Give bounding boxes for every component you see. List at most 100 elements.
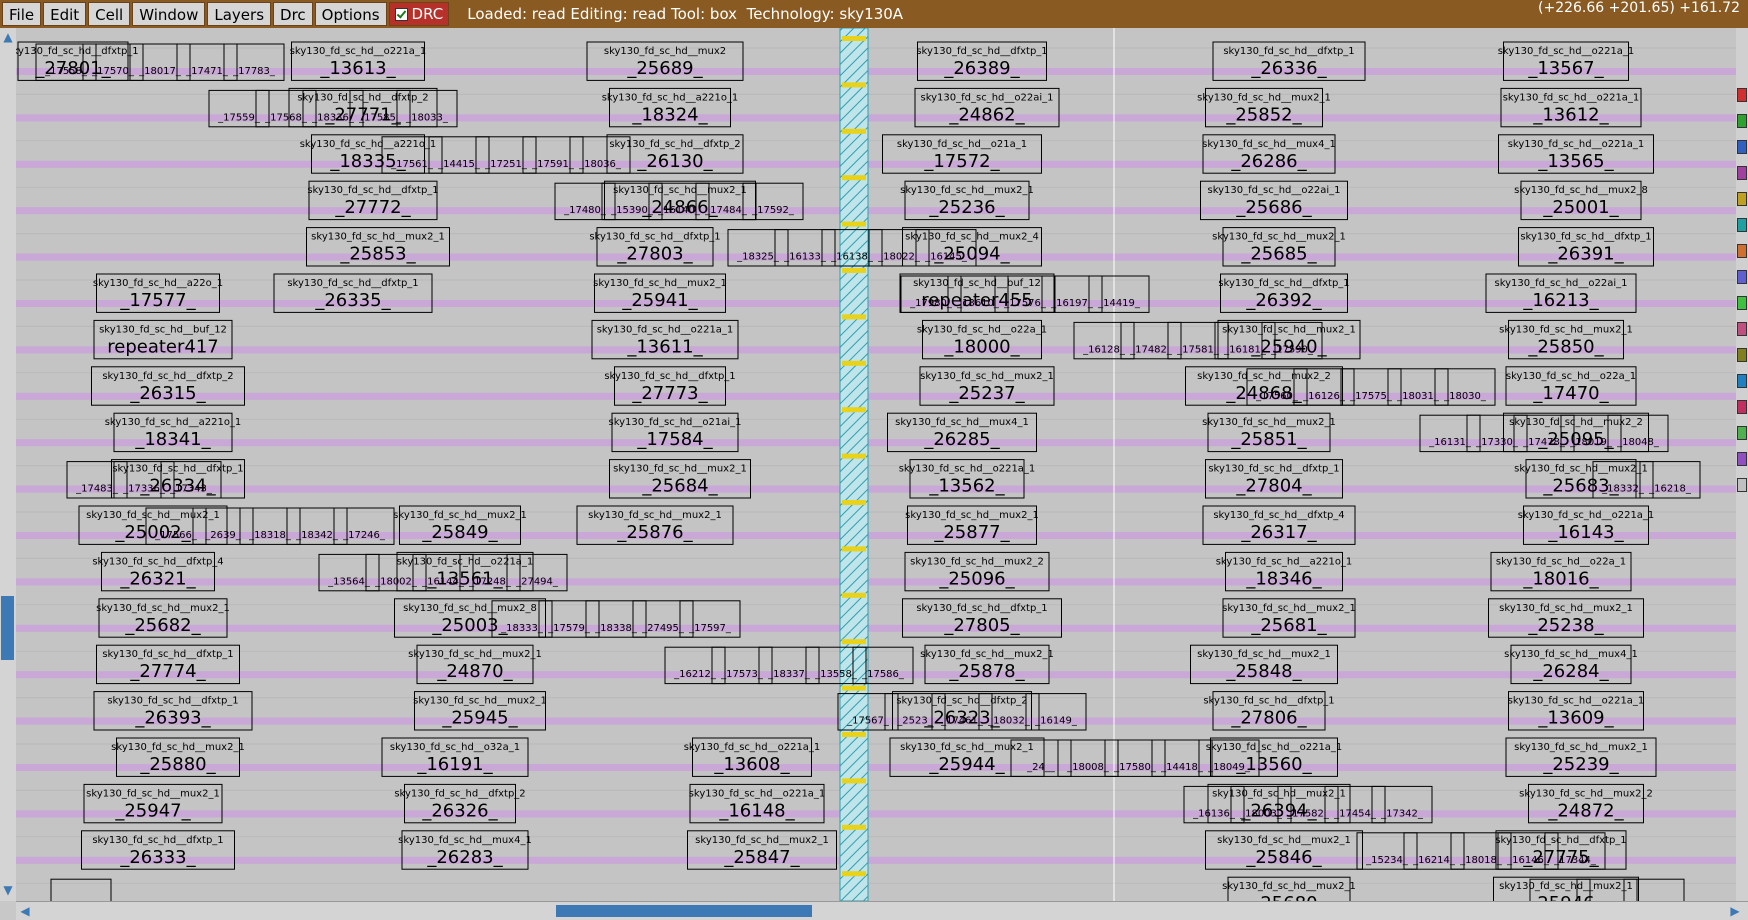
menu-window[interactable]: Window (132, 2, 206, 26)
cell-type-label: sky130_fd_sc_hd__dfxtp_4 (1213, 510, 1344, 521)
small-cell-label: _18342_ (295, 530, 339, 541)
scroll-left-icon[interactable]: ◀ (18, 904, 32, 918)
layer-swatch[interactable] (1737, 88, 1747, 102)
cell-instance-label: _17584_ (636, 429, 713, 450)
small-cell-label: _17461_ (940, 716, 984, 727)
menu-options[interactable]: Options (314, 2, 387, 26)
layer-swatch[interactable] (1737, 218, 1747, 232)
small-cell-label: _16181_ (1223, 344, 1267, 355)
small-cell-label: _17581_ (1176, 344, 1220, 355)
layout-canvas[interactable]: sky130_fd_sc_hd__dfxtp_1 _27801_ sky130_fd… (16, 28, 1736, 901)
small-cell-label: _15234_ (1365, 855, 1409, 866)
cell-type-label: sky130_fd_sc_hd__dfxtp_1 (307, 185, 438, 196)
cell-type-label: sky130_fd_sc_hd__mux2_1 (1499, 603, 1633, 614)
small-cell-label: _17471_ (185, 66, 229, 77)
tap-marker (842, 407, 866, 413)
power-rail (16, 207, 1736, 215)
small-cell-label: _18325_ (736, 252, 780, 263)
small-cell-label: _17484_ (704, 205, 748, 216)
layer-swatch[interactable] (1737, 452, 1747, 466)
small-cell[interactable]: _18343_ (1623, 878, 1685, 901)
scroll-right-icon[interactable]: ▶ (1728, 904, 1742, 918)
small-cell-label: _17783_ (232, 66, 276, 77)
menu-file[interactable]: File (2, 2, 42, 26)
small-cell-label: _17483_ (75, 484, 119, 495)
cell-type-label: sky130_fd_sc_hd__a221o_1 (1216, 556, 1353, 567)
cell-instance-label: _25236_ (928, 197, 1005, 218)
small-cell-label: _18003_ (1239, 808, 1283, 819)
power-rail (16, 485, 1736, 493)
menu-cell[interactable]: Cell (88, 2, 131, 26)
layer-swatch[interactable] (1737, 400, 1747, 414)
cell-instance-label: _16143_ (1547, 522, 1624, 543)
small-cell-label: _18031_ (1396, 391, 1440, 402)
layer-swatch[interactable] (1737, 348, 1747, 362)
cell-instance[interactable]: sky130_fd_sc_hd__mux2_1_25680_ (1222, 876, 1356, 901)
cell-type-label: sky130_fd_sc_hd__mux2_1 (695, 835, 829, 846)
cell-type-label: sky130_fd_sc_hd__mux2_2 (910, 556, 1044, 567)
cell-instance-label: _25852_ (1225, 104, 1302, 125)
drc-checkbox-icon[interactable] (394, 7, 408, 21)
small-cell[interactable]: _13559_ (50, 878, 112, 901)
cell-instance-label: _26391_ (1547, 244, 1624, 265)
layer-swatch[interactable] (1737, 270, 1747, 284)
vertical-scrollbar[interactable]: ▲ ▼ (0, 28, 17, 901)
cell-instance-label: _25686_ (1235, 197, 1312, 218)
tap-marker (842, 36, 866, 41)
small-cell-label: _18019_ (1569, 437, 1613, 448)
menu-edit[interactable]: Edit (43, 2, 87, 26)
small-cell-label: _17568_ (264, 112, 308, 123)
cell-instance-label: _26326_ (421, 800, 498, 821)
horizontal-scrollbar[interactable]: ◀ ▶ (16, 901, 1748, 920)
cell-instance[interactable]: sky130_fd_sc_hd__buf_12repeater417 (93, 319, 233, 360)
layer-swatch[interactable] (1737, 192, 1747, 206)
menu-layers[interactable]: Layers (207, 2, 272, 26)
layer-swatch[interactable] (1737, 426, 1747, 440)
layer-palette[interactable] (1736, 28, 1748, 901)
layer-swatch[interactable] (1737, 114, 1747, 128)
small-cell-label: _17343_ (169, 484, 213, 495)
cell-type-label: sky130_fd_sc_hd__mux2_1 (1202, 417, 1336, 428)
small-cell-label: _18049_ (1207, 762, 1251, 773)
cell-type-label: sky130_fd_sc_hd__mux2_1 (96, 603, 230, 614)
cell-instance-label: _24870_ (436, 661, 513, 682)
cell-type-label: sky130_fd_sc_hd__mux2_2 (1509, 417, 1643, 428)
layer-swatch[interactable] (1737, 296, 1747, 310)
cell-instance-label: _24872_ (1547, 800, 1624, 821)
power-rail (16, 160, 1736, 168)
cell-instance-label: _17470_ (1532, 383, 1609, 404)
layer-swatch[interactable] (1737, 322, 1747, 336)
cell-instance[interactable]: sky130_fd_sc_hd__mux2_1_25946_ (1493, 876, 1639, 901)
cell-type-label: sky130_fd_sc_hd__o22ai_1 (1494, 278, 1627, 289)
menu-drc[interactable]: Drc (273, 2, 313, 26)
cell-instance-label: _25850_ (1527, 336, 1604, 357)
cell-type-label: sky130_fd_sc_hd__dfxtp_1 (92, 835, 223, 846)
cell-type-label: sky130_fd_sc_hd__mux2_1 (900, 185, 1034, 196)
layer-swatch[interactable] (1737, 166, 1747, 180)
small-cell-outline (50, 878, 112, 901)
small-cell-label: _27495_ (641, 623, 685, 634)
scroll-up-icon[interactable]: ▲ (1, 30, 15, 44)
tap-marker (842, 453, 866, 459)
vertical-scroll-thumb[interactable] (1, 596, 14, 660)
small-cell-label: _17579_ (547, 623, 591, 634)
small-cell-label: _18032_ (987, 716, 1031, 727)
small-cell-label: _16218_ (1648, 484, 1692, 495)
scroll-down-icon[interactable]: ▼ (1, 883, 15, 897)
tap-marker (842, 175, 866, 181)
layer-swatch[interactable] (1737, 478, 1747, 492)
cell-instance-label: _18000_ (943, 336, 1020, 357)
tap-marker (842, 778, 866, 784)
cell-instance-label: _13611_ (626, 336, 703, 357)
cell-type-label: sky130_fd_sc_hd__mux4_1 (1504, 649, 1638, 660)
layer-swatch[interactable] (1737, 140, 1747, 154)
small-cell-label: _16149_ (1034, 716, 1078, 727)
drc-toggle-button[interactable]: DRC (388, 2, 450, 26)
cell-instance-label: _26333_ (119, 847, 196, 868)
layer-swatch[interactable] (1737, 374, 1747, 388)
layout-drawing[interactable]: sky130_fd_sc_hd__dfxtp_1_27801_sky130_fd… (16, 28, 1736, 901)
horizontal-scroll-thumb[interactable] (556, 905, 812, 917)
layer-swatch[interactable] (1737, 244, 1747, 258)
cell-type-label: sky130_fd_sc_hd__o21ai_1 (608, 417, 741, 428)
cell-instance-label: _25944_ (928, 754, 1005, 775)
